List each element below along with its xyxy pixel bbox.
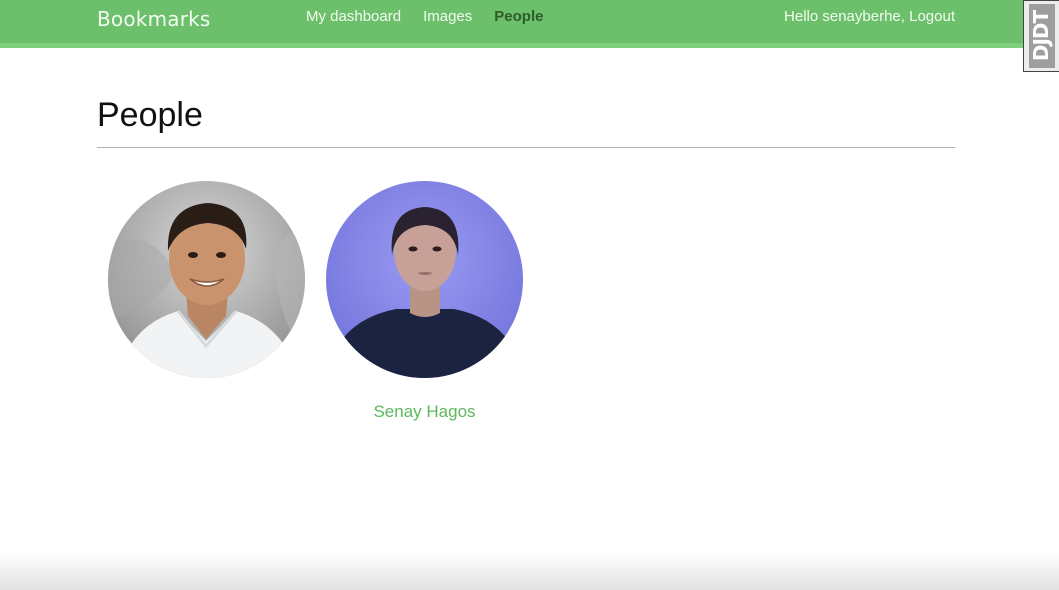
logo-link[interactable]: Bookmarks <box>97 7 211 31</box>
person-card <box>108 181 305 378</box>
man-portrait-photo <box>108 181 305 378</box>
person-avatar-link[interactable] <box>326 181 523 378</box>
page-title: People <box>97 96 203 134</box>
greeting-text: Hello senayberhe, <box>784 8 905 25</box>
person-card: Senay Hagos <box>326 181 523 422</box>
woman-portrait-photo <box>326 181 523 378</box>
user-info: Hello senayberhe, Logout <box>784 8 955 25</box>
top-header: Bookmarks My dashboard Images People Hel… <box>0 0 1059 48</box>
nav-my-dashboard[interactable]: My dashboard <box>306 8 401 25</box>
logout-link[interactable]: Logout <box>909 8 955 25</box>
person-name-link[interactable]: Senay Hagos <box>326 402 523 422</box>
person-avatar-link[interactable] <box>108 181 305 378</box>
main-nav: My dashboard Images People <box>306 8 543 25</box>
nav-images[interactable]: Images <box>423 8 472 25</box>
nav-people[interactable]: People <box>494 8 543 25</box>
debug-toolbar-handle[interactable]: DJDT <box>1028 4 1055 68</box>
title-divider <box>97 147 955 148</box>
bottom-shade <box>0 552 1059 590</box>
debug-toolbar-toggle[interactable]: DJDT <box>1023 0 1059 72</box>
djdt-label: DJDT <box>1029 10 1054 62</box>
